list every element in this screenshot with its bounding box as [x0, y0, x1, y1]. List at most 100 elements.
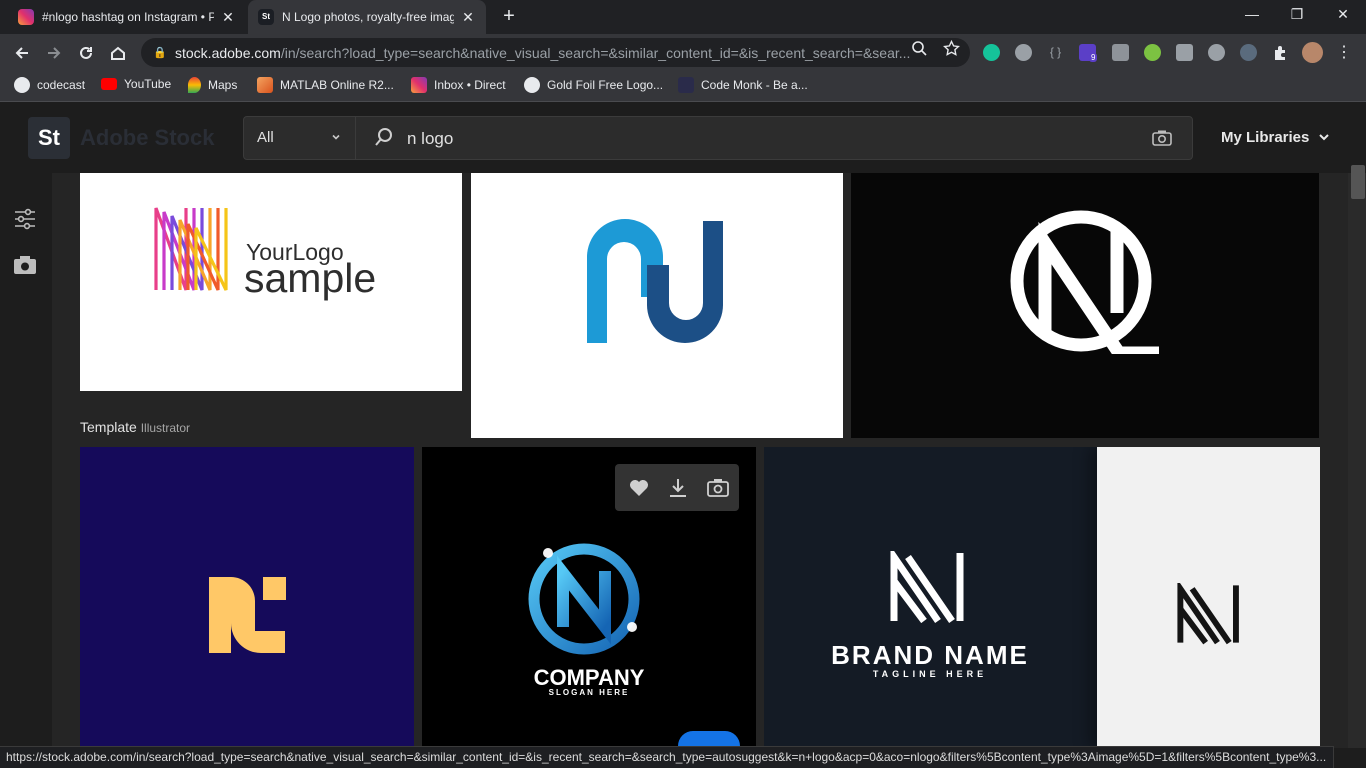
zoom-icon[interactable] — [911, 40, 927, 60]
bookmark-label: Inbox • Direct — [434, 78, 506, 92]
bookmark-label: MATLAB Online R2... — [280, 78, 394, 92]
extension-icon[interactable] — [1015, 44, 1032, 61]
globe-icon — [14, 77, 30, 93]
striped-n-logo-image — [154, 207, 228, 291]
address-host: stock.adobe.com — [175, 44, 281, 61]
bookmark-maps[interactable]: Maps — [188, 77, 237, 93]
bookmark-label: YouTube — [124, 77, 172, 91]
bookmark-inbox-direct[interactable]: Inbox • Direct — [411, 77, 506, 93]
section-template-label: Template Illustrator — [80, 419, 190, 435]
bookmark-label: codecast — [37, 78, 86, 92]
extension-icon[interactable] — [1208, 44, 1225, 61]
browser-toolbar: 🔒 stock.adobe.com /in/search?load_type=s… — [0, 34, 1366, 71]
tab-adobe-stock[interactable]: St N Logo photos, royalty-free imag ✕ — [248, 0, 486, 34]
result-tile-yourlogo[interactable]: YourLogo sample — [80, 173, 462, 391]
plus-extension-icon[interactable] — [1144, 44, 1161, 61]
instagram-icon — [411, 77, 427, 93]
bookmark-youtube[interactable]: YouTube — [101, 77, 171, 91]
arrow-right-icon — [48, 47, 61, 59]
chevron-down-icon — [1318, 134, 1329, 141]
search-bar: All n logo — [243, 116, 1193, 160]
address-bar[interactable]: 🔒 stock.adobe.com /in/search?load_type=s… — [141, 38, 970, 67]
browser-tab-strip: #nlogo hashtag on Instagram • P ✕ St N L… — [0, 0, 1366, 34]
filters-sliders-icon[interactable] — [13, 207, 37, 231]
grammarly-icon[interactable] — [983, 44, 1000, 61]
bookmark-label: Code Monk - Be a... — [701, 78, 808, 92]
close-tab-icon[interactable]: ✕ — [460, 9, 476, 26]
scrollbar-thumb[interactable] — [1351, 165, 1365, 199]
arrow-left-icon — [15, 47, 28, 59]
home-button[interactable] — [106, 41, 130, 65]
mustard-n-logo-image — [209, 577, 286, 653]
maps-pin-icon — [188, 77, 201, 93]
extension-icon[interactable] — [1112, 44, 1129, 61]
status-url-bar: https://stock.adobe.com/in/search?load_t… — [0, 746, 1334, 768]
bookmark-codecast[interactable]: codecast — [14, 77, 85, 93]
result-tile-mustard-n[interactable] — [80, 447, 414, 748]
forward-button[interactable] — [42, 41, 66, 65]
minimize-button[interactable]: — — [1237, 6, 1267, 22]
circle-n-logo-image — [1010, 210, 1159, 354]
result-tile-brand-name[interactable]: BRAND NAME TAGLINE HERE — [764, 447, 1320, 748]
dark-n-logo-image — [1177, 583, 1239, 645]
avatar[interactable] — [1302, 42, 1323, 63]
sample-text: sample — [244, 255, 377, 301]
visual-search-camera-icon[interactable] — [1152, 129, 1172, 147]
instagram-icon — [18, 9, 34, 25]
bookmark-label: Gold Foil Free Logo... — [547, 78, 664, 92]
search-input[interactable]: n logo — [407, 129, 453, 149]
search-icon — [375, 128, 392, 146]
close-tab-icon[interactable]: ✕ — [220, 9, 236, 26]
window-close-button[interactable]: ✕ — [1328, 6, 1358, 23]
restore-button[interactable]: ❐ — [1282, 6, 1312, 23]
slogan-text: SLOGAN HERE — [548, 688, 630, 697]
result-tile-circle-n[interactable] — [851, 173, 1319, 438]
new-tab-button[interactable]: + — [498, 5, 520, 28]
search-scope-value: All — [257, 129, 274, 146]
camera-extension-icon[interactable] — [1176, 44, 1193, 61]
globe-icon — [524, 77, 540, 93]
heart-icon[interactable] — [627, 476, 651, 500]
bookmark-star-icon[interactable] — [943, 39, 960, 61]
home-icon — [111, 46, 125, 60]
camera-icon[interactable] — [13, 253, 37, 277]
bookmark-label: Maps — [208, 78, 238, 92]
extension-icon[interactable] — [1240, 44, 1257, 61]
bookmark-code-monk[interactable]: Code Monk - Be a... — [678, 77, 808, 93]
matlab-icon — [257, 77, 273, 93]
tab-instagram[interactable]: #nlogo hashtag on Instagram • P ✕ — [8, 0, 246, 34]
results-grid: YourLogo sample Template Illustrator COM… — [52, 173, 1348, 748]
search-scope-select[interactable]: All — [244, 117, 356, 159]
reload-icon — [80, 46, 92, 59]
left-rail — [0, 173, 52, 748]
find-similar-camera-icon[interactable] — [706, 476, 730, 500]
chevron-down-icon — [331, 117, 341, 159]
reload-button[interactable] — [74, 41, 98, 65]
bookmark-gold-foil[interactable]: Gold Foil Free Logo... — [524, 77, 663, 93]
brand-n-logo-image — [890, 551, 964, 623]
code-monk-icon — [678, 77, 694, 93]
address-path: /in/search?load_type=search&native_visua… — [280, 44, 911, 61]
tile-hover-actions — [615, 464, 739, 511]
scrollbar-track[interactable] — [1348, 173, 1366, 748]
youtube-icon — [101, 78, 117, 90]
company-n-logo-image — [528, 543, 640, 655]
tab-title: #nlogo hashtag on Instagram • P — [42, 10, 214, 24]
extension-icon[interactable]: 9 — [1079, 44, 1098, 62]
stock-header: St Adobe Stock All n logo My Libraries — [0, 103, 1366, 173]
back-button[interactable] — [10, 41, 34, 65]
bookmark-matlab[interactable]: MATLAB Online R2... — [257, 77, 394, 93]
download-icon[interactable] — [666, 476, 690, 500]
braces-extension-icon[interactable]: { } — [1047, 44, 1064, 61]
puzzle-icon[interactable] — [1272, 44, 1289, 61]
result-tile-blue-n[interactable] — [471, 173, 843, 438]
section-subtitle: Illustrator — [140, 421, 191, 435]
my-libraries-label: My Libraries — [1221, 129, 1310, 146]
lock-icon: 🔒 — [153, 47, 167, 59]
blue-n-logo-image — [587, 219, 723, 343]
menu-kebab-icon[interactable]: ⋮ — [1332, 41, 1356, 65]
adobe-stock-logo[interactable]: St — [28, 117, 70, 159]
adobe-stock-icon: St — [258, 9, 274, 25]
adobe-stock-wordmark[interactable]: Adobe Stock — [80, 125, 214, 151]
my-libraries-button[interactable]: My Libraries — [1221, 129, 1330, 146]
